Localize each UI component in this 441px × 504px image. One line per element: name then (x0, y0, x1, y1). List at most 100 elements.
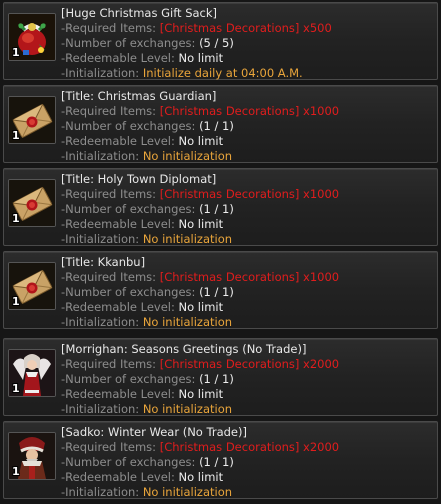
required-items-label: -Required Items: (61, 104, 157, 118)
entry-title: [Title: Kkanbu] (61, 255, 146, 269)
exchange-entry-morrighan-seasons-greetings[interactable]: 1 [Morrighan: Seasons Greetings (No Trad… (3, 338, 438, 416)
item-quantity: 1 (12, 212, 20, 225)
morrighan-outfit-icon[interactable]: 1 (8, 349, 56, 397)
level-label: -Redeemable Level: (61, 51, 175, 65)
exchanges-label: -Number of exchanges: (61, 455, 196, 469)
entry-details: [Title: Holy Town Diplomat] -Required It… (61, 172, 433, 247)
level-value: No limit (178, 300, 224, 314)
entry-details: [Title: Christmas Guardian] -Required It… (61, 89, 433, 164)
exchange-entry-holy-town-diplomat[interactable]: 1 [Title: Holy Town Diplomat] -Required … (3, 168, 438, 246)
level-label: -Redeemable Level: (61, 387, 175, 401)
initialization-value: No initialization (142, 402, 233, 416)
exchange-entry-sadko-winter-wear[interactable]: 1 [Sadko: Winter Wear (No Trade)] -Requi… (3, 421, 438, 499)
exchanges-row: -Number of exchanges: (1 / 1) (61, 202, 433, 217)
initialization-row: -Initialization: No initialization (61, 485, 433, 500)
exchanges-row: -Number of exchanges: (5 / 5) (61, 36, 433, 51)
required-items-label: -Required Items: (61, 270, 157, 284)
exchanges-label: -Number of exchanges: (61, 285, 196, 299)
initialization-value: No initialization (142, 485, 233, 499)
initialization-label: -Initialization: (61, 402, 140, 416)
sealed-letter-icon[interactable]: 1 (8, 262, 56, 310)
entry-title: [Huge Christmas Gift Sack] (61, 6, 218, 20)
level-row: -Redeemable Level: No limit (61, 470, 433, 485)
entry-title: [Title: Holy Town Diplomat] (61, 172, 217, 186)
required-items-row: -Required Items: [Christmas Decorations]… (61, 104, 433, 119)
item-quantity: 1 (12, 382, 20, 395)
initialization-row: -Initialization: No initialization (61, 402, 433, 417)
entry-details: [Morrighan: Seasons Greetings (No Trade)… (61, 342, 433, 417)
item-quantity: 1 (12, 295, 20, 308)
exchanges-value: (1 / 1) (199, 285, 234, 299)
entry-title: [Title: Christmas Guardian] (61, 89, 217, 103)
exchanges-row: -Number of exchanges: (1 / 1) (61, 455, 433, 470)
level-value: No limit (178, 51, 224, 65)
initialization-value: No initialization (142, 315, 233, 329)
required-items-label: -Required Items: (61, 357, 157, 371)
entry-details: [Sadko: Winter Wear (No Trade)] -Require… (61, 425, 433, 500)
entry-details: [Title: Kkanbu] -Required Items: [Christ… (61, 255, 433, 330)
initialization-label: -Initialization: (61, 232, 140, 246)
sealed-letter-icon[interactable]: 1 (8, 179, 56, 227)
level-value: No limit (178, 387, 224, 401)
exchanges-value: (1 / 1) (199, 372, 234, 386)
item-quantity: 1 (12, 129, 20, 142)
sealed-letter-icon[interactable]: 1 (8, 96, 56, 144)
initialization-row: -Initialization: No initialization (61, 232, 433, 247)
initialization-row: -Initialization: No initialization (61, 315, 433, 330)
exchanges-value: (1 / 1) (199, 455, 234, 469)
exchanges-label: -Number of exchanges: (61, 119, 196, 133)
exchanges-value: (1 / 1) (199, 202, 234, 216)
entry-title: [Morrighan: Seasons Greetings (No Trade)… (61, 342, 307, 356)
initialization-row: -Initialization: No initialization (61, 149, 433, 164)
level-label: -Redeemable Level: (61, 470, 175, 484)
level-label: -Redeemable Level: (61, 134, 175, 148)
initialization-label: -Initialization: (61, 315, 140, 329)
required-items-row: -Required Items: [Christmas Decorations]… (61, 357, 433, 372)
level-row: -Redeemable Level: No limit (61, 300, 433, 315)
level-row: -Redeemable Level: No limit (61, 134, 433, 149)
item-quantity: 1 (12, 465, 20, 478)
required-items-row: -Required Items: [Christmas Decorations]… (61, 270, 433, 285)
initialization-value: No initialization (142, 232, 233, 246)
gift-sack-icon[interactable]: 1 (8, 13, 56, 61)
level-row: -Redeemable Level: No limit (61, 217, 433, 232)
initialization-value: No initialization (142, 149, 233, 163)
level-value: No limit (178, 134, 224, 148)
sadko-outfit-icon[interactable]: 1 (8, 432, 56, 480)
exchange-list: 1 [Huge Christmas Gift Sack] -Required I… (0, 0, 441, 504)
required-items-value: [Christmas Decorations] x2000 (159, 440, 340, 454)
entry-details: [Huge Christmas Gift Sack] -Required Ite… (61, 6, 433, 81)
exchange-entry-christmas-guardian[interactable]: 1 [Title: Christmas Guardian] -Required … (3, 85, 438, 163)
required-items-value: [Christmas Decorations] x1000 (159, 187, 340, 201)
exchanges-value: (5 / 5) (199, 36, 234, 50)
initialization-label: -Initialization: (61, 66, 140, 80)
level-label: -Redeemable Level: (61, 217, 175, 231)
level-value: No limit (178, 470, 224, 484)
entry-title: [Sadko: Winter Wear (No Trade)] (61, 425, 247, 439)
initialization-label: -Initialization: (61, 149, 140, 163)
required-items-value: [Christmas Decorations] x1000 (159, 104, 340, 118)
level-label: -Redeemable Level: (61, 300, 175, 314)
exchange-entry-huge-christmas-gift-sack[interactable]: 1 [Huge Christmas Gift Sack] -Required I… (3, 2, 438, 80)
level-row: -Redeemable Level: No limit (61, 387, 433, 402)
required-items-value: [Christmas Decorations] x500 (159, 21, 332, 35)
exchange-entry-kkanbu[interactable]: 1 [Title: Kkanbu] -Required Items: [Chri… (3, 251, 438, 329)
required-items-row: -Required Items: [Christmas Decorations]… (61, 187, 433, 202)
required-items-row: -Required Items: [Christmas Decorations]… (61, 21, 433, 36)
required-items-label: -Required Items: (61, 187, 157, 201)
exchanges-label: -Number of exchanges: (61, 372, 196, 386)
exchanges-row: -Number of exchanges: (1 / 1) (61, 285, 433, 300)
initialization-label: -Initialization: (61, 485, 140, 499)
required-items-row: -Required Items: [Christmas Decorations]… (61, 440, 433, 455)
exchanges-row: -Number of exchanges: (1 / 1) (61, 119, 433, 134)
exchanges-row: -Number of exchanges: (1 / 1) (61, 372, 433, 387)
required-items-value: [Christmas Decorations] x1000 (159, 270, 340, 284)
initialization-row: -Initialization: Initialize daily at 04:… (61, 66, 433, 81)
exchanges-label: -Number of exchanges: (61, 36, 196, 50)
required-items-label: -Required Items: (61, 440, 157, 454)
level-value: No limit (178, 217, 224, 231)
item-quantity: 1 (12, 46, 20, 59)
required-items-value: [Christmas Decorations] x2000 (159, 357, 340, 371)
required-items-label: -Required Items: (61, 21, 157, 35)
level-row: -Redeemable Level: No limit (61, 51, 433, 66)
